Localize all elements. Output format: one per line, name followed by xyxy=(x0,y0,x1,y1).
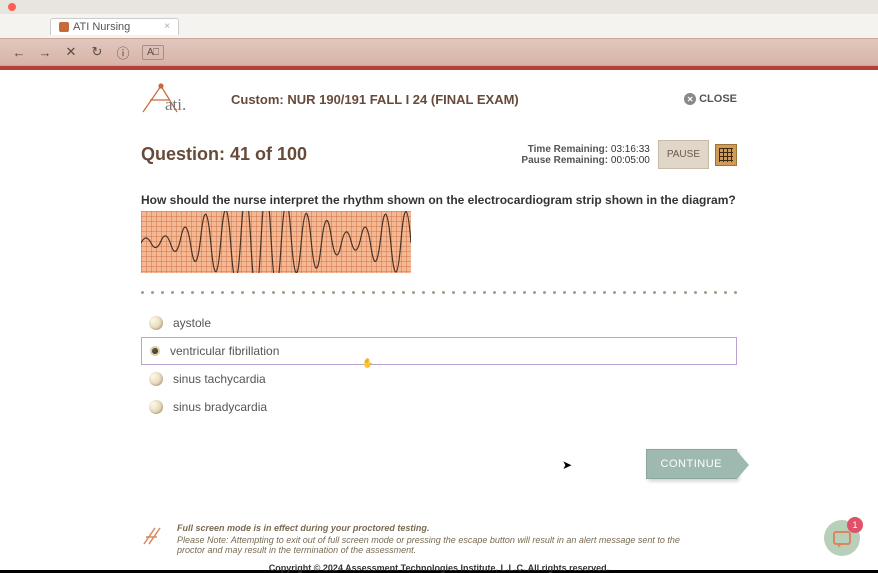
close-button[interactable]: ✕ CLOSE xyxy=(684,93,737,105)
window-close-dot[interactable] xyxy=(8,3,16,11)
continue-button[interactable]: CONTINUE xyxy=(646,449,737,479)
info-icon[interactable]: ⓘ xyxy=(116,45,130,59)
answer-options: aystole ventricular fibrillation✋ sinus ta… xyxy=(141,309,737,421)
browser-toolbar: ← → ✕ ↻ ⓘ A⎕ xyxy=(0,38,878,66)
time-remaining-value: 03:16:33 xyxy=(611,144,650,155)
exam-title: Custom: NUR 190/191 FALL I 24 (FINAL EXA… xyxy=(231,92,684,107)
browser-tab-strip: ATI Nursing × xyxy=(0,14,878,38)
answer-option-3[interactable]: sinus bradycardia xyxy=(141,393,737,421)
radio-icon xyxy=(150,346,160,356)
question-text: How should the nurse interpret the rhyth… xyxy=(141,193,737,207)
chat-widget[interactable]: 1 xyxy=(824,520,860,556)
window-title-bar xyxy=(0,0,878,14)
answer-option-0[interactable]: aystole xyxy=(141,309,737,337)
close-icon: ✕ xyxy=(684,93,696,105)
forward-icon[interactable]: → xyxy=(38,45,52,59)
footer-note-2: Please Note: Attempting to exit out of f… xyxy=(141,535,701,555)
stop-icon[interactable]: ✕ xyxy=(64,45,78,59)
ecg-strip-image xyxy=(141,211,411,273)
answer-option-1[interactable]: ventricular fibrillation✋ xyxy=(141,337,737,365)
pause-remaining-label: Pause Remaining: xyxy=(521,155,608,166)
option-label: sinus bradycardia xyxy=(173,400,267,414)
radio-icon xyxy=(149,400,163,414)
tab-title: ATI Nursing xyxy=(73,21,130,33)
option-label: aystole xyxy=(173,316,211,330)
option-label: sinus tachycardia xyxy=(173,372,266,386)
option-label: ventricular fibrillation xyxy=(170,344,279,358)
browser-tab[interactable]: ATI Nursing × xyxy=(50,18,179,35)
reload-icon[interactable]: ↻ xyxy=(90,45,104,59)
ati-logo: ati. xyxy=(141,82,201,116)
pause-remaining-value: 00:05:00 xyxy=(611,155,650,166)
footer-note-1: Full screen mode is in effect during you… xyxy=(141,523,737,533)
copyright-text: Copyright © 2024 Assessment Technologies… xyxy=(141,563,737,573)
question-counter: Question: 41 of 100 xyxy=(141,144,307,165)
pause-button[interactable]: PAUSE xyxy=(658,140,709,169)
close-label: CLOSE xyxy=(699,93,737,105)
reader-mode-icon[interactable]: A⎕ xyxy=(142,45,164,60)
chat-notification-badge: 1 xyxy=(847,517,863,533)
calculator-icon[interactable] xyxy=(715,144,737,166)
chat-icon xyxy=(833,531,851,545)
back-icon[interactable]: ← xyxy=(12,45,26,59)
radio-icon xyxy=(149,316,163,330)
footer-notes: Full screen mode is in effect during you… xyxy=(141,523,737,573)
answer-option-2[interactable]: sinus tachycardia xyxy=(141,365,737,393)
separator-dots xyxy=(141,291,737,295)
time-remaining-label: Time Remaining: xyxy=(528,144,608,155)
page-content: ati. Custom: NUR 190/191 FALL I 24 (FINA… xyxy=(0,70,878,570)
radio-icon xyxy=(149,372,163,386)
timer-block: Time Remaining: 03:16:33 Pause Remaining… xyxy=(521,144,649,166)
tab-favicon xyxy=(59,22,69,32)
svg-text:ati.: ati. xyxy=(165,95,186,114)
tab-close-icon[interactable]: × xyxy=(164,21,170,32)
